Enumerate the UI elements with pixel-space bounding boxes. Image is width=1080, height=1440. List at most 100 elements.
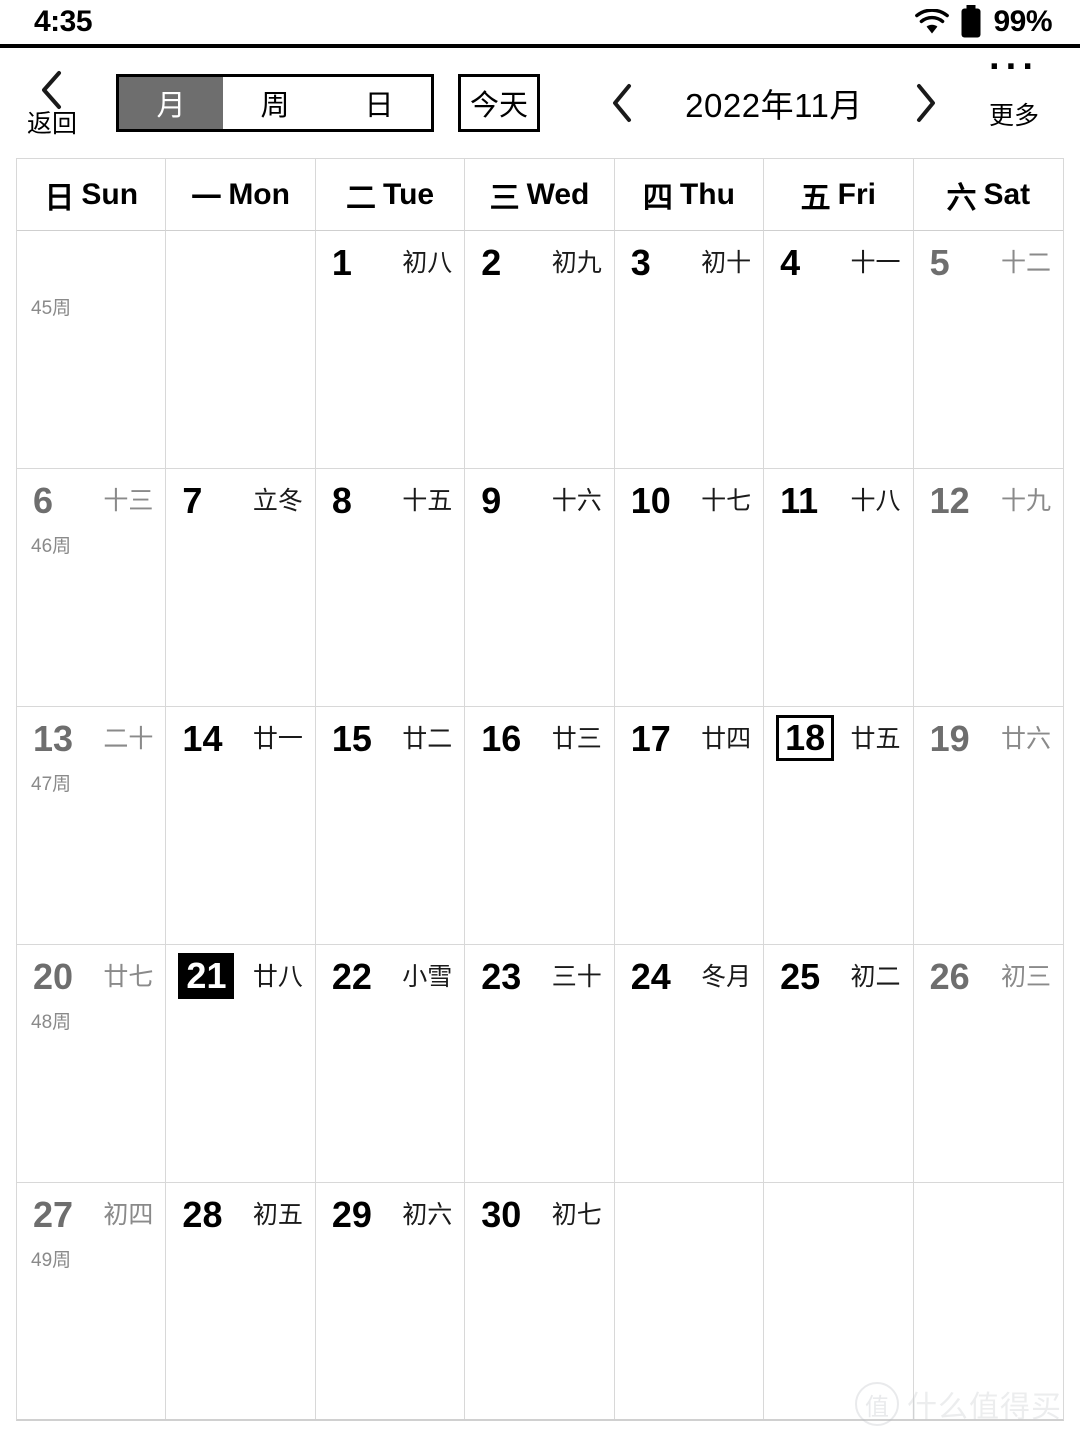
calendar-week-row: 20 廿七 48周 21 廿八 22 小雪 23 三十 24 冬月 25 初二 26 初三: [17, 945, 1063, 1183]
day-cell-empty: [166, 231, 316, 469]
day-cell[interactable]: 14 廿一: [166, 707, 316, 945]
day-number: 24: [630, 956, 671, 997]
lunar-date-label: 十七: [701, 487, 752, 515]
day-number: 16: [481, 718, 522, 759]
lunar-date-label: 初二: [850, 963, 901, 991]
calendar-week-row: 45周 1 初八 2 初九 3 初十 4 十一 5 十二: [17, 231, 1063, 469]
day-cell[interactable]: 30 初七: [465, 1183, 615, 1419]
day-cell[interactable]: 20 廿七 48周: [17, 945, 167, 1183]
day-cell[interactable]: 21 廿八: [166, 945, 316, 1183]
day-cell[interactable]: 29 初六: [316, 1183, 466, 1419]
lunar-date-label: 立冬: [252, 487, 303, 515]
day-cell-empty: [914, 1183, 1063, 1419]
weekday-cn-sun: 日: [44, 181, 75, 215]
day-cell[interactable]: 8 十五: [315, 469, 466, 707]
current-month-label: 2022年11月: [685, 87, 863, 124]
day-number: 7: [182, 480, 203, 521]
day-cell-empty: 45周: [17, 231, 167, 469]
lunar-date-label: 十二: [1000, 249, 1051, 277]
day-number: 15: [331, 718, 372, 759]
lunar-date-label: 廿二: [402, 725, 453, 753]
day-cell[interactable]: 15 廿二: [315, 707, 466, 945]
day-cell[interactable]: 12 十九: [913, 469, 1063, 707]
lunar-date-label: 廿三: [551, 725, 602, 753]
today-button[interactable]: 今天: [458, 74, 540, 132]
lunar-date-label: 廿七: [103, 963, 154, 991]
day-cell[interactable]: 28 初五: [166, 1183, 316, 1419]
segment-day[interactable]: 日: [327, 77, 431, 129]
day-cell[interactable]: 4 十一: [764, 231, 914, 469]
lunar-date-label: 初五: [252, 1201, 303, 1229]
day-cell-empty: [615, 1183, 765, 1419]
lunar-date-label: 廿四: [701, 725, 752, 753]
day-cell[interactable]: 7 立冬: [166, 469, 316, 707]
day-number-selected: 21: [178, 953, 235, 999]
weekday-header-row: 日 Sun 一 Mon 二 Tue 三 Wed 四 Thu 五 Fri 六 Sa…: [17, 159, 1063, 231]
day-cell[interactable]: 6 十三 46周: [17, 469, 167, 707]
day-number: 22: [331, 956, 372, 997]
day-number: 3: [630, 242, 651, 283]
day-number: 10: [630, 480, 671, 521]
week-number-label: 45周: [31, 298, 72, 319]
day-cell[interactable]: 26 初三: [913, 945, 1063, 1183]
day-cell[interactable]: 2 初九: [465, 231, 615, 469]
weekday-header-mon: 一 Mon: [166, 159, 316, 231]
weekday-cn-sat: 六: [946, 181, 977, 215]
day-cell[interactable]: 5 十二: [913, 231, 1063, 469]
lunar-date-label: 廿六: [1000, 725, 1051, 753]
day-cell[interactable]: 9 十六: [465, 469, 615, 707]
day-number: 30: [481, 1194, 522, 1235]
lunar-date-label: 廿五: [850, 725, 901, 753]
day-cell[interactable]: 24 冬月: [614, 945, 765, 1183]
segment-week[interactable]: 周: [223, 77, 327, 129]
lunar-date-label: 冬月: [701, 963, 752, 991]
lunar-date-label: 初四: [103, 1201, 154, 1229]
day-cell[interactable]: 23 三十: [465, 945, 615, 1183]
day-cell[interactable]: 17 廿四: [614, 707, 765, 945]
segment-month[interactable]: 月: [119, 77, 223, 129]
day-cell[interactable]: 11 十八: [764, 469, 914, 707]
lunar-date-label: 十九: [1000, 487, 1051, 515]
next-month-button[interactable]: [902, 80, 948, 126]
day-cell[interactable]: 16 廿三: [465, 707, 615, 945]
more-button[interactable]: ··· 更多: [962, 48, 1066, 132]
lunar-date-label: 十一: [850, 249, 901, 277]
day-cell[interactable]: 18 廿五: [764, 707, 914, 945]
weekday-header-tue: 二 Tue: [315, 159, 466, 231]
day-cell[interactable]: 1 初八: [315, 231, 466, 469]
calendar-week-row: 27 初四 49周 28 初五 29 初六 30 初七: [17, 1183, 1063, 1419]
day-number: 12: [929, 480, 970, 521]
weekday-header-wed: 三 Wed: [465, 159, 615, 231]
lunar-date-label: 初八: [402, 249, 453, 277]
weekday-en-sat: Sat: [983, 177, 1031, 211]
lunar-date-label: 初九: [551, 249, 602, 277]
week-number-label: 49周: [31, 1250, 72, 1271]
day-cell[interactable]: 3 初十: [614, 231, 765, 469]
weekday-cn-mon: 一: [191, 181, 222, 215]
day-number: 11: [780, 480, 819, 521]
view-mode-segmented-control[interactable]: 月 周 日: [116, 74, 434, 132]
prev-month-button[interactable]: [600, 80, 646, 126]
week-number-label: 47周: [31, 774, 72, 795]
weekday-en-mon: Mon: [228, 177, 290, 211]
calendar-week-row: 6 十三 46周 7 立冬 8 十五 9 十六 10 十七 11 十八 12 十九: [17, 469, 1063, 707]
lunar-date-label: 初七: [551, 1201, 602, 1229]
day-cell[interactable]: 22 小雪: [315, 945, 466, 1183]
day-cell[interactable]: 25 初二: [764, 945, 914, 1183]
day-cell[interactable]: 10 十七: [614, 469, 765, 707]
weekday-cn-tue: 二: [346, 181, 376, 215]
lunar-date-label: 十八: [850, 487, 901, 515]
day-number: 6: [33, 480, 54, 521]
status-bar: 4:35 99%: [0, 0, 1080, 48]
calendar-week-row: 13 二十 47周 14 廿一 15 廿二 16 廿三 17 廿四 18 廿五 19 廿六: [17, 707, 1063, 945]
day-cell[interactable]: 13 二十 47周: [17, 707, 167, 945]
day-number: 14: [182, 718, 223, 759]
week-number-label: 46周: [31, 536, 72, 557]
weekday-en-fri: Fri: [837, 177, 877, 211]
back-button[interactable]: 返回: [0, 70, 104, 137]
weekday-header-thu: 四 Thu: [614, 159, 765, 231]
day-number: 26: [929, 956, 970, 997]
day-number: 8: [331, 480, 352, 521]
day-cell[interactable]: 19 廿六: [913, 707, 1063, 945]
day-cell[interactable]: 27 初四 49周: [17, 1183, 167, 1419]
